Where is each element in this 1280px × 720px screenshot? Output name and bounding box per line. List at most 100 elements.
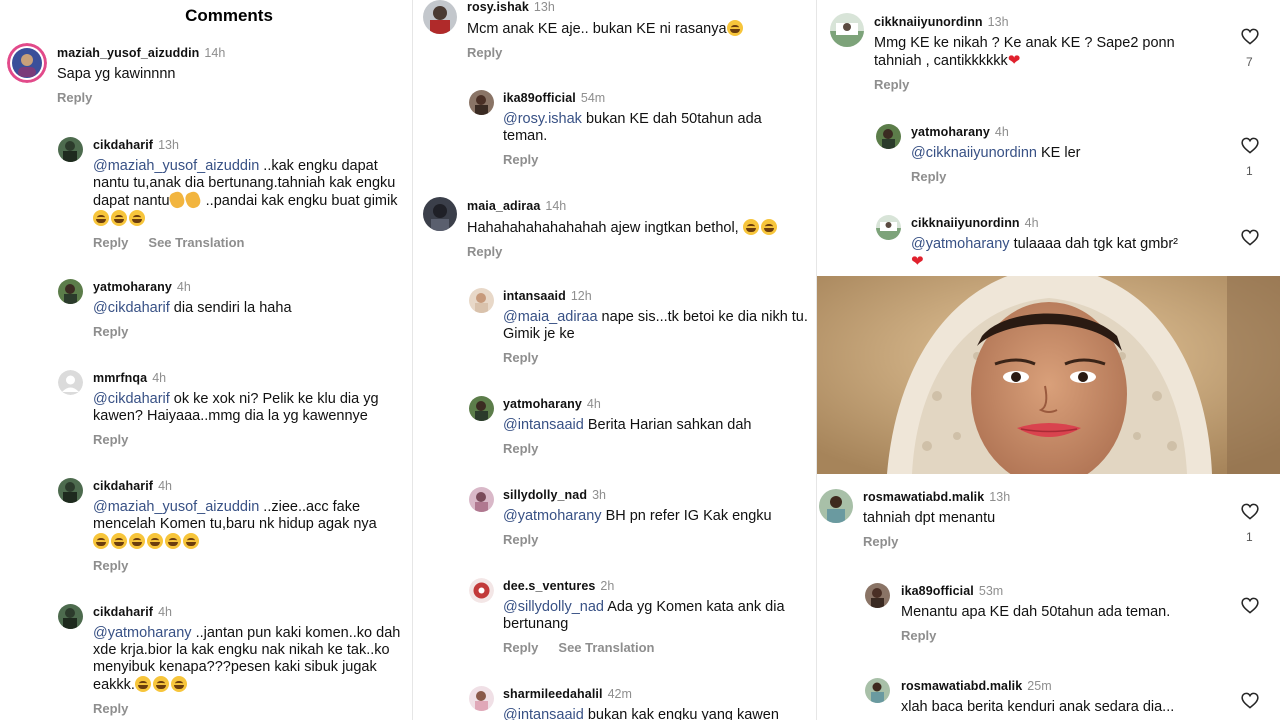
mention-link[interactable]: @cikknaiiyunordinn [911,145,1037,161]
avatar[interactable] [876,124,901,149]
avatar[interactable] [865,583,890,608]
avatar[interactable] [423,0,457,34]
reply-button[interactable]: Reply [901,628,936,643]
comment-text: @sillydolly_nad Ada yg Komen kata ank di… [503,599,785,632]
reply-button[interactable]: Reply [503,640,538,655]
mention-link[interactable]: @yatmoharany [911,236,1010,252]
reply-button[interactable]: Reply [93,235,128,250]
mention-link[interactable]: @cikdaharif [93,391,170,407]
like-heart-icon[interactable] [1241,597,1259,614]
comment-username[interactable]: yatmoharany [911,125,990,139]
comment-time: 53m [978,584,1004,598]
like-heart-icon[interactable] [1241,692,1259,709]
avatar[interactable] [469,578,494,603]
comment-username[interactable]: cikknaiiyunordinn [911,216,1020,230]
avatar[interactable] [469,288,494,313]
comment-username[interactable]: ika89official [901,584,974,598]
mention-link[interactable]: @yatmoharany [503,508,602,524]
comment-text: @cikdaharif ok ke xok ni? Pelik ke klu d… [93,391,379,424]
comment-username[interactable]: dee.s_ventures [503,579,595,593]
reply-button[interactable]: Reply [874,77,909,92]
comment-username[interactable]: rosmawatiabd.malik [901,679,1022,693]
avatar[interactable] [423,197,457,231]
like-heart-icon[interactable] [1241,28,1259,45]
comment-username[interactable]: cikknaiiyunordinn [874,15,983,29]
reply-button[interactable]: Reply [503,532,538,547]
comments-panel-3: cikknaiiyunordinn 13h Mmg KE ke nikah ? K… [816,0,1280,720]
comment-username[interactable]: cikdaharif [93,605,153,619]
avatar[interactable] [469,90,494,115]
comment-username[interactable]: sharmileedahalil [503,687,603,701]
like-count: 1 [1246,530,1253,544]
mention-link[interactable]: @maia_adiraa [503,309,598,325]
comment-username[interactable]: cikdaharif [93,138,153,152]
comment-username[interactable]: sillydolly_nad [503,488,587,502]
mention-link[interactable]: @maziah_yusof_aizuddin [93,158,259,174]
avatar[interactable] [7,43,47,83]
reply-button[interactable]: Reply [911,169,946,184]
reply-button[interactable]: Reply [93,558,128,573]
reply-button[interactable]: Reply [93,324,128,339]
comment-text: @maziah_yusof_aizuddin ..kak engku dapat… [93,158,405,228]
comment-username[interactable]: yatmoharany [93,280,172,294]
comment-time: 12h [570,289,592,303]
comment-username[interactable]: mmrfnqa [93,371,147,385]
comment-reply: cikknaiiyunordinn 4h @yatmoharany tulaaaa… [911,214,1223,271]
mention-link[interactable]: @sillydolly_nad [503,599,604,615]
avatar[interactable] [58,478,83,503]
avatar[interactable] [58,370,83,395]
mention-link[interactable]: @maziah_yusof_aizuddin [93,499,259,515]
avatar[interactable] [469,686,494,711]
avatar[interactable] [58,279,83,304]
reply-button[interactable]: Reply [503,441,538,456]
see-translation-button[interactable]: See Translation [558,640,654,655]
reply-button[interactable]: Reply [863,534,898,549]
mention-link[interactable]: @intansaaid [503,417,584,433]
mention-link[interactable]: @intansaaid [503,707,584,720]
avatar[interactable] [58,137,83,162]
hushed-emoji-icon [726,20,743,36]
reply-button[interactable]: Reply [467,244,502,259]
comment-text: @rosy.ishak bukan KE dah 50tahun ada tem… [503,111,762,144]
comment-username[interactable]: maia_adiraa [467,199,540,213]
laughing-emoji-icon [152,676,169,692]
comment-reply: cikdaharif 4h @yatmoharany ..jantan pun k… [93,603,405,716]
avatar[interactable] [830,13,864,47]
comment-username[interactable]: yatmoharany [503,397,582,411]
see-translation-button[interactable]: See Translation [148,235,244,250]
comment-username[interactable]: cikdaharif [93,479,153,493]
avatar[interactable] [876,215,901,240]
comment-username[interactable]: rosy.ishak [467,0,529,14]
comment-username[interactable]: rosmawatiabd.malik [863,490,984,504]
avatar[interactable] [469,396,494,421]
reply-button[interactable]: Reply [93,701,128,716]
like-heart-icon[interactable] [1241,229,1259,246]
mention-link[interactable]: @yatmoharany [93,625,192,641]
avatar[interactable] [865,678,890,703]
reply-button[interactable]: Reply [503,350,538,365]
comment-username[interactable]: ika89official [503,91,576,105]
comment-text: @maziah_yusof_aizuddin ..ziee..acc fake … [93,499,405,551]
comment-text: @yatmoharany BH pn refer IG Kak engku [503,508,772,524]
mention-link[interactable]: @rosy.ishak [503,111,582,127]
avatar[interactable] [58,604,83,629]
reply-button[interactable]: Reply [93,432,128,447]
like-heart-icon[interactable] [1241,503,1259,520]
avatar[interactable] [819,489,853,523]
reply-button[interactable]: Reply [467,45,502,60]
comment-username[interactable]: intansaaid [503,289,566,303]
like-heart-icon[interactable] [1241,137,1259,154]
reply-button[interactable]: Reply [503,152,538,167]
laughing-emoji-icon [742,219,759,235]
reply-button[interactable]: Reply [57,90,92,105]
laughing-emoji-icon [183,533,199,549]
laughing-emoji-icon [93,533,109,549]
comment-username[interactable]: maziah_yusof_aizuddin [57,46,199,60]
avatar[interactable] [469,487,494,512]
comment-time: 54m [580,91,606,105]
like-count: 7 [1246,55,1253,69]
mention-link[interactable]: @cikdaharif [93,300,170,316]
comment-reply: intansaaid 12h @maia_adiraa nape sis...tk… [503,287,808,365]
comment-text: Menantu apa KE dah 50tahun ada teman. [901,604,1171,620]
comment: rosy.ishak 13h Mcm anak KE aje.. bukan KE… [467,0,807,60]
